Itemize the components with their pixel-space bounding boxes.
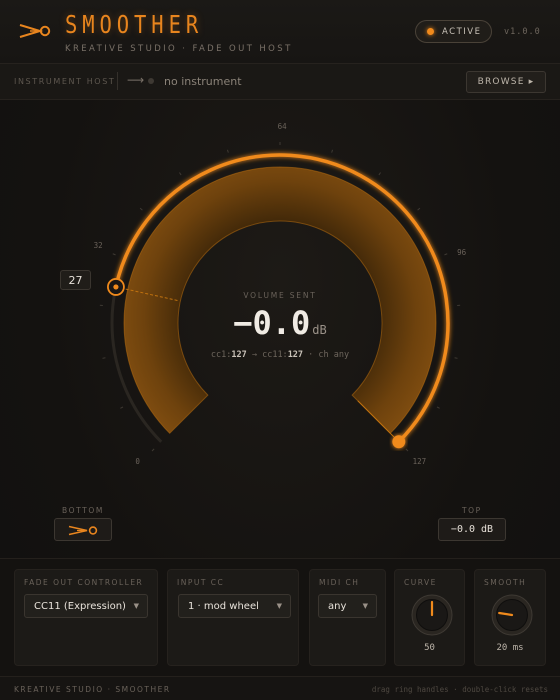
volume-dial: 0 32 64 96 127 27 VOLUME SENT −0.0 dB cc1… xyxy=(0,100,560,558)
volume-band xyxy=(123,166,437,435)
bottom-button[interactable] xyxy=(54,518,112,541)
knob-icon xyxy=(491,594,533,636)
curve-label: CURVE xyxy=(404,578,437,587)
scale-label-127: 127 xyxy=(412,456,427,466)
header: SMOOTHER KREATIVE STUDIO · FADE OUT HOST… xyxy=(0,0,560,64)
volume-sent-label: VOLUME SENT xyxy=(243,291,317,300)
instrument-host-bar: INSTRUMENT HOST ⟶ no instrument BROWSE ▸ xyxy=(0,64,560,100)
top-label: TOP xyxy=(462,506,482,515)
knob-icon xyxy=(411,594,453,636)
fade-out-controller-value: CC11 (Expression) xyxy=(34,600,126,612)
input-cc-select[interactable]: 1 · mod wheel ▼ xyxy=(178,594,291,618)
top-value-chip[interactable]: −0.0 dB xyxy=(438,518,506,541)
scale-tick xyxy=(454,357,458,359)
smooth-label: SMOOTH xyxy=(484,578,527,587)
input-cc-value: 1 · mod wheel xyxy=(188,600,259,612)
scale-tick xyxy=(139,207,143,211)
instrument-status-icon xyxy=(148,78,154,84)
cc-mapping-info: cc1:127 → cc11:127 · ch any xyxy=(170,350,390,360)
footer-hint: drag ring handles · double-click resets xyxy=(371,685,548,694)
midi-channel-label: MIDI CH xyxy=(319,578,360,587)
input-cc-label: INPUT CC xyxy=(177,578,225,587)
app-subtitle: KREATIVE STUDIO · FADE OUT HOST xyxy=(65,44,293,54)
scale-label-64: 64 xyxy=(277,122,287,132)
fader-scissors-icon xyxy=(19,24,51,38)
fade-out-controller-card: FADE OUT CONTROLLER CC11 (Expression) ▼ xyxy=(14,569,158,666)
scale-tick xyxy=(112,253,116,256)
scale-tick xyxy=(417,207,421,211)
chevron-down-icon: ▼ xyxy=(362,602,368,610)
scale-tick xyxy=(226,149,229,153)
midi-channel-value: any xyxy=(328,600,347,612)
chevron-down-icon: ▼ xyxy=(133,602,139,610)
top-ring-handle[interactable] xyxy=(392,435,406,449)
scale-label-96: 96 xyxy=(457,248,467,258)
cc-arrow: → cc11: xyxy=(246,350,288,360)
scale-tick xyxy=(102,357,106,359)
bottom-value-chip[interactable]: 27 xyxy=(60,270,91,290)
scale-tick xyxy=(120,406,124,409)
curve-knob[interactable] xyxy=(410,593,454,637)
channel-info: · ch any xyxy=(303,350,350,360)
scale-tick xyxy=(151,448,155,452)
controls-panel: FADE OUT CONTROLLER CC11 (Expression) ▼ … xyxy=(0,558,560,676)
scale-tick xyxy=(444,253,448,256)
fader-scissors-icon xyxy=(68,525,98,536)
smooth-knob[interactable] xyxy=(490,593,534,637)
chevron-down-icon: ▼ xyxy=(276,602,282,610)
scale-tick xyxy=(436,406,440,409)
bottom-label: BOTTOM xyxy=(62,506,104,515)
version-label: v1.0.0 xyxy=(504,27,541,37)
fade-out-controller-select[interactable]: CC11 (Expression) ▼ xyxy=(24,594,148,618)
scale-tick xyxy=(405,448,409,452)
volume-value: −0.0 xyxy=(233,304,311,342)
active-toggle-button[interactable]: ACTIVE xyxy=(415,20,492,43)
scale-label-32: 32 xyxy=(93,241,103,251)
divider xyxy=(117,72,118,90)
curve-value: 50 xyxy=(424,643,435,653)
scale-tick xyxy=(378,172,381,176)
cc-prefix: cc1: xyxy=(210,350,232,360)
volume-readout: −0.0 dB xyxy=(180,304,380,342)
cc1-value: 127 xyxy=(231,350,247,360)
fade-out-controller-label: FADE OUT CONTROLLER xyxy=(24,578,144,587)
smooth-value: 20 ms xyxy=(496,643,524,653)
instrument-name: no instrument xyxy=(164,75,242,88)
active-label: ACTIVE xyxy=(442,26,482,37)
cc11-value: 127 xyxy=(287,350,304,360)
footer-brand: KREATIVE STUDIO · SMOOTHER xyxy=(14,685,171,694)
volume-unit: dB xyxy=(312,323,327,337)
instrument-host-label: INSTRUMENT HOST xyxy=(14,77,116,86)
input-cc-card: INPUT CC 1 · mod wheel ▼ xyxy=(167,569,299,666)
browse-button[interactable]: BROWSE ▸ xyxy=(466,71,546,93)
arrow-right-icon: ⟶ xyxy=(127,73,145,87)
app-title: SMOOTHER xyxy=(65,10,204,39)
scale-tick xyxy=(331,149,334,153)
footer: KREATIVE STUDIO · SMOOTHER drag ring han… xyxy=(0,676,560,700)
active-indicator-icon xyxy=(427,28,434,35)
midi-channel-card: MIDI CH any ▼ xyxy=(309,569,386,666)
smoother-app: SMOOTHER KREATIVE STUDIO · FADE OUT HOST… xyxy=(0,0,560,700)
scale-label-0: 0 xyxy=(135,456,140,466)
smooth-card: SMOOTH 20 ms xyxy=(474,569,546,666)
bottom-ring-handle[interactable] xyxy=(107,278,125,296)
midi-channel-select[interactable]: any ▼ xyxy=(318,594,377,618)
curve-card: CURVE 50 xyxy=(394,569,465,666)
scale-tick xyxy=(179,172,182,176)
